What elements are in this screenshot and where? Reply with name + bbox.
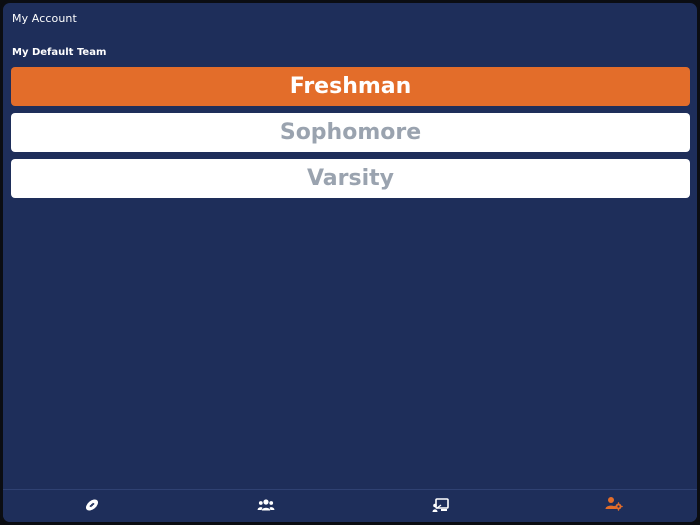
tab-team[interactable] <box>255 494 277 516</box>
app-screen: My Account My Default Team Freshman Soph… <box>0 0 700 525</box>
team-option-sophomore[interactable]: Sophomore <box>11 113 690 152</box>
bottom-tab-bar <box>3 489 697 522</box>
user-settings-icon <box>605 496 623 511</box>
team-users-icon <box>257 498 275 512</box>
tab-account[interactable] <box>603 492 625 514</box>
tab-board[interactable] <box>429 494 451 516</box>
page-title: My Account <box>12 12 77 25</box>
team-option-varsity[interactable]: Varsity <box>11 159 690 198</box>
presentation-board-icon <box>432 497 449 513</box>
team-option-freshman[interactable]: Freshman <box>11 67 690 106</box>
football-icon <box>84 497 100 513</box>
tab-football[interactable] <box>81 494 103 516</box>
team-selector: Freshman Sophomore Varsity <box>11 67 690 205</box>
default-team-label: My Default Team <box>12 47 107 58</box>
